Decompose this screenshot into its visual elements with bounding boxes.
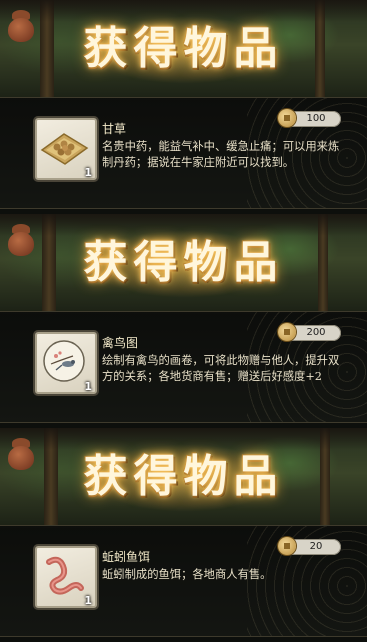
coin-icon: [278, 537, 296, 555]
price-badge: 100: [278, 109, 341, 127]
price-badge: 200: [278, 323, 341, 341]
price-value: 20: [309, 541, 323, 552]
reward-popup-stack: 获得物品 1 甘草 100 名贵中药，能益气补中、缓急止痛；可以用来炼制丹药；据…: [0, 0, 367, 642]
reward-title: 获得物品: [83, 237, 284, 288]
price-value: 100: [306, 113, 326, 124]
item-icon-frame[interactable]: 1: [35, 546, 97, 608]
reward-panel-3: 获得物品 1 蚯蚓鱼饵 20 蚯蚓制成的鱼饵；各地商人有售。: [0, 428, 367, 642]
reward-panel-2: 获得物品 1 禽鸟图 200 绘制有禽鸟的画卷，可将此物赠与他人，提升双方的关系…: [0, 214, 367, 428]
item-description: 蚯蚓制成的鱼饵；各地商人有售。: [102, 568, 272, 581]
item-name: 甘草: [102, 122, 127, 136]
price-value: 200: [306, 327, 326, 338]
coin-icon: [278, 323, 296, 341]
item-card[interactable]: 1 蚯蚓鱼饵 20 蚯蚓制成的鱼饵；各地商人有售。: [0, 525, 367, 637]
item-quantity: 1: [84, 594, 92, 607]
item-card[interactable]: 1 禽鸟图 200 绘制有禽鸟的画卷，可将此物赠与他人，提升双方的关系；各地货商…: [0, 311, 367, 423]
bird-painting-icon: [43, 340, 85, 382]
item-quantity: 1: [84, 380, 92, 393]
coin-icon: [278, 109, 296, 127]
licorice-icon: [40, 133, 89, 165]
reward-panel-1: 获得物品 1 甘草 100 名贵中药，能益气补中、缓急止痛；可以用来炼制丹药；据…: [0, 0, 367, 214]
reward-title: 获得物品: [83, 451, 284, 502]
item-description: 绘制有禽鸟的画卷，可将此物赠与他人，提升双方的关系；各地货商有售；赠送后好感度+…: [102, 354, 340, 383]
price-badge: 20: [278, 537, 341, 555]
item-icon-frame[interactable]: 1: [35, 118, 97, 180]
earthworm-bait-icon: [46, 556, 84, 595]
item-name: 蚯蚓鱼饵: [102, 550, 151, 564]
item-card[interactable]: 1 甘草 100 名贵中药，能益气补中、缓急止痛；可以用来炼制丹药；据说在牛家庄…: [0, 97, 367, 209]
item-description: 名贵中药，能益气补中、缓急止痛；可以用来炼制丹药；据说在牛家庄附近可以找到。: [102, 140, 340, 169]
item-icon-frame[interactable]: 1: [35, 332, 97, 394]
reward-title: 获得物品: [83, 23, 284, 74]
item-quantity: 1: [84, 166, 92, 179]
item-name: 禽鸟图: [102, 336, 139, 350]
